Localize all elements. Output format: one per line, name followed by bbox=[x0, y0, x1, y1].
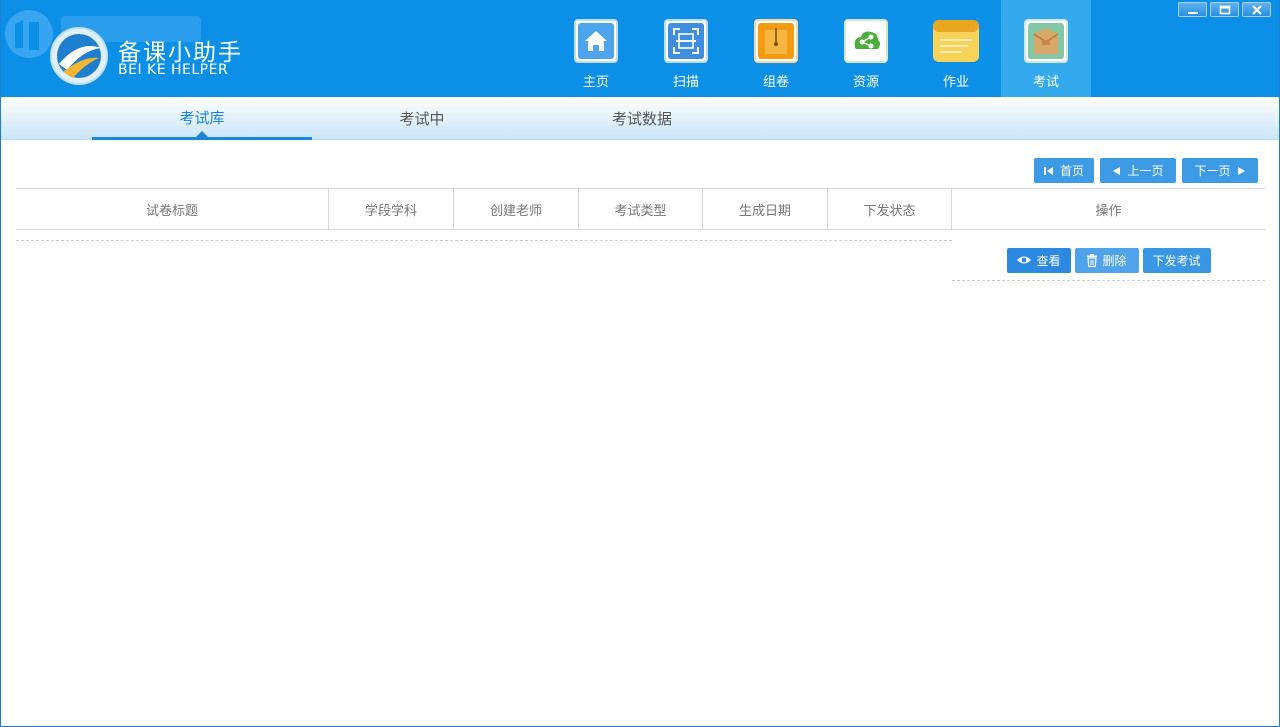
maximize-icon bbox=[1219, 5, 1230, 14]
nav-item-resources[interactable]: 资源 bbox=[821, 0, 911, 97]
nav-label: 资源 bbox=[852, 75, 879, 90]
delete-label: 删除 bbox=[1102, 253, 1127, 268]
column-header-title: 试卷标题 bbox=[16, 189, 329, 229]
tab-exam-ongoing[interactable]: 考试中 bbox=[312, 97, 532, 140]
column-header-date: 生成日期 bbox=[703, 189, 828, 229]
nav-item-compose[interactable]: 组卷 bbox=[731, 0, 821, 97]
next-page-label: 下一页 bbox=[1194, 164, 1231, 178]
nav-item-homework[interactable]: 作业 bbox=[911, 0, 1001, 97]
maximize-button[interactable] bbox=[1210, 2, 1239, 17]
trash-icon bbox=[1087, 253, 1098, 267]
table-header: 试卷标题 学段学科 创建老师 考试类型 生成日期 下发状态 操作 bbox=[16, 188, 1265, 230]
close-button[interactable] bbox=[1242, 2, 1271, 17]
notepad-icon bbox=[932, 19, 980, 63]
folder-icon bbox=[754, 19, 798, 63]
nav-label: 作业 bbox=[942, 75, 969, 90]
first-page-icon bbox=[1044, 166, 1053, 175]
minimize-button[interactable] bbox=[1178, 2, 1207, 17]
home-icon bbox=[574, 19, 618, 63]
view-button[interactable]: 查看 bbox=[1006, 247, 1071, 273]
prev-page-icon bbox=[1113, 166, 1121, 175]
app-logo: 备课小助手 BEI KE HELPER bbox=[1, 0, 261, 97]
prev-page-label: 上一页 bbox=[1127, 164, 1164, 178]
view-label: 查看 bbox=[1036, 253, 1061, 268]
column-header-status: 下发状态 bbox=[828, 189, 952, 229]
first-page-label: 首页 bbox=[1059, 164, 1084, 178]
column-header-exam-type: 考试类型 bbox=[579, 189, 703, 229]
nav-label: 扫描 bbox=[672, 75, 699, 90]
app-name-en: BEI KE HELPER bbox=[118, 62, 229, 78]
pager: 首页 上一页 下一页 bbox=[1034, 158, 1258, 183]
nav-item-home[interactable]: 主页 bbox=[551, 0, 641, 97]
tab-exam-data[interactable]: 考试数据 bbox=[532, 97, 752, 140]
eye-icon bbox=[1017, 256, 1032, 264]
nav-item-exam[interactable]: 考试 bbox=[1001, 0, 1091, 97]
nav-label: 组卷 bbox=[762, 75, 789, 90]
nav-item-scan[interactable]: 扫描 bbox=[641, 0, 731, 97]
minimize-icon bbox=[1187, 11, 1198, 14]
delete-button[interactable]: 删除 bbox=[1074, 247, 1139, 273]
window-controls bbox=[1178, 2, 1271, 17]
nav-label: 考试 bbox=[1032, 75, 1059, 90]
tab-exam-library[interactable]: 考试库 bbox=[92, 97, 312, 140]
prev-page-button[interactable]: 上一页 bbox=[1100, 158, 1176, 183]
close-icon bbox=[1251, 4, 1262, 15]
column-header-teacher: 创建老师 bbox=[454, 189, 579, 229]
logo-mark-icon bbox=[50, 27, 108, 85]
column-header-actions: 操作 bbox=[1095, 203, 1122, 219]
sub-tab-bar: 考试库 考试中 考试数据 bbox=[1, 97, 1279, 140]
envelope-icon bbox=[1024, 19, 1068, 63]
nav-label: 主页 bbox=[582, 75, 609, 90]
column-header-subject: 学段学科 bbox=[329, 189, 454, 229]
next-page-icon bbox=[1237, 166, 1245, 175]
send-exam-button[interactable]: 下发考试 bbox=[1142, 247, 1211, 273]
share-icon bbox=[844, 19, 888, 63]
first-page-button[interactable]: 首页 bbox=[1034, 158, 1094, 183]
scan-icon bbox=[664, 19, 708, 63]
table-row bbox=[16, 240, 952, 241]
row-actions: 查看 删除 下发考试 bbox=[952, 240, 1265, 281]
app-header: 备课小助手 BEI KE HELPER 主页 扫描 组卷 资源 作业 考试 bbox=[1, 0, 1279, 97]
next-page-button[interactable]: 下一页 bbox=[1182, 158, 1258, 183]
